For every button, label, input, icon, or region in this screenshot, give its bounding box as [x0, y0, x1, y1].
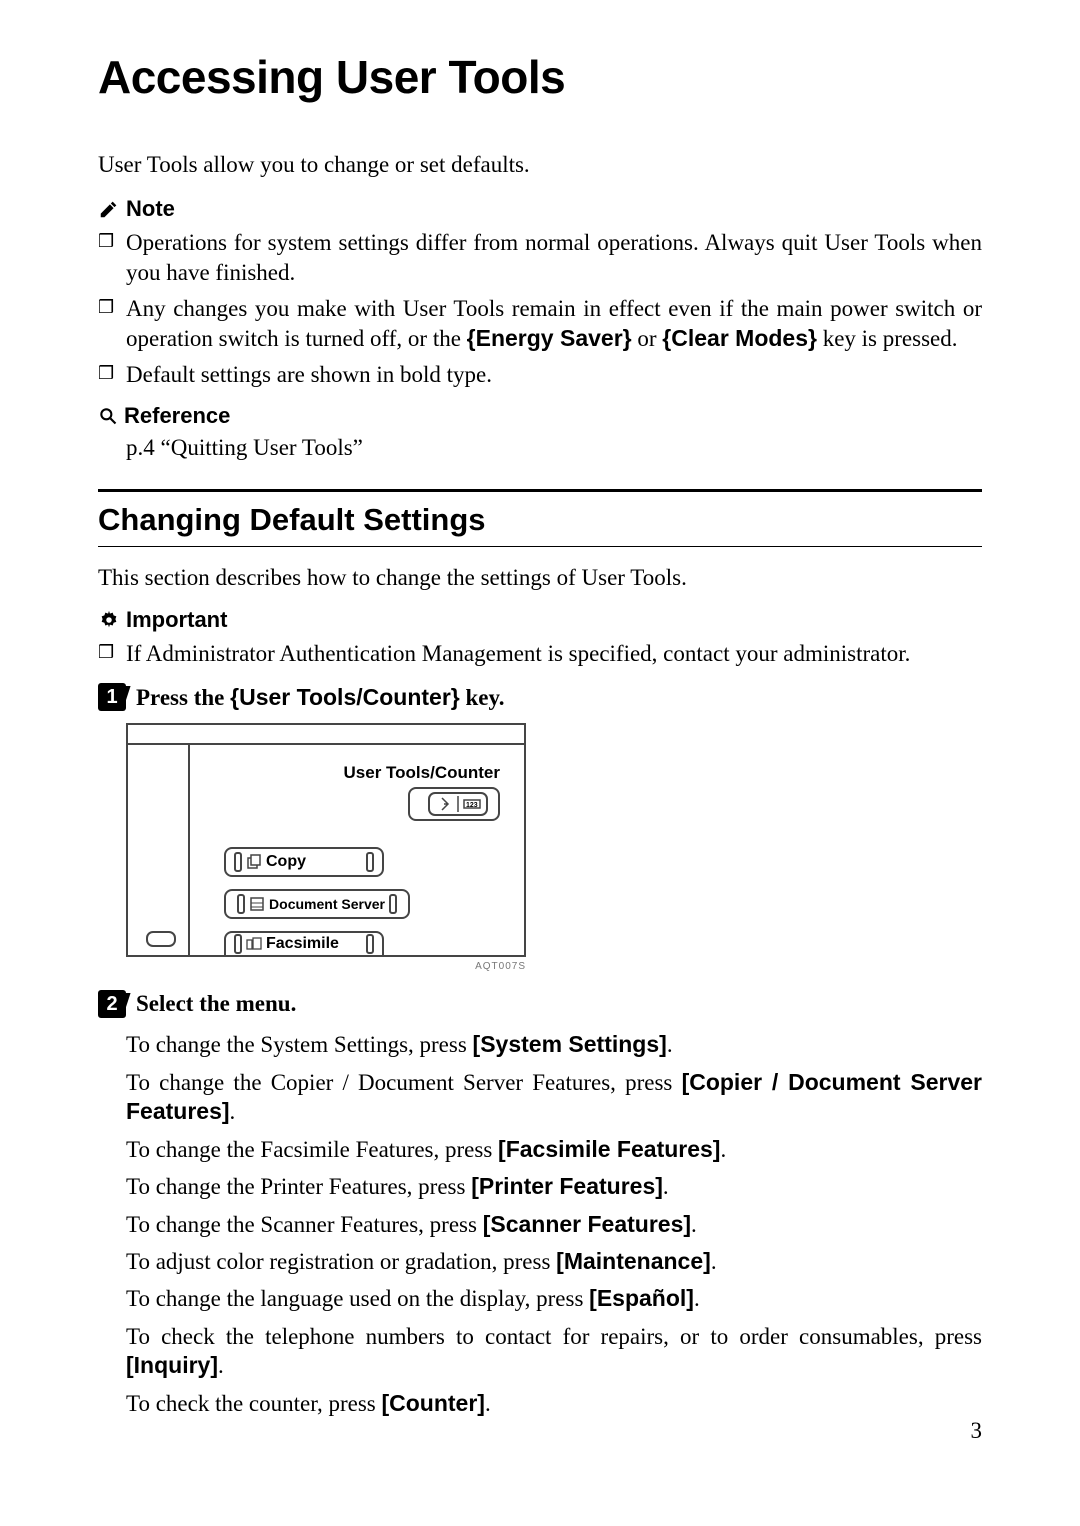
pencil-icon	[98, 198, 120, 220]
maintenance-button-label: [Maintenance]	[556, 1248, 711, 1274]
menu-line: To change the Scanner Features, press [S…	[126, 1210, 982, 1239]
step-number-icon: 1	[98, 683, 126, 711]
menu-line: To check the telephone numbers to contac…	[126, 1322, 982, 1381]
figure-user-tools-label: User Tools/Counter	[344, 763, 500, 783]
important-heading: Important	[98, 607, 982, 633]
user-tools-counter-icon: 123	[428, 792, 488, 816]
menu-line: To change the Printer Features, press [P…	[126, 1172, 982, 1201]
document-server-icon	[249, 896, 265, 912]
step-number-icon: 2	[98, 990, 126, 1018]
copy-icon	[246, 854, 262, 870]
control-panel-figure: User Tools/Counter 123 Copy Docu	[126, 723, 526, 972]
step-1-text: Press the {User Tools/Counter} key.	[136, 684, 504, 711]
scanner-features-button-label: [Scanner Features]	[483, 1211, 691, 1237]
facsimile-icon	[246, 937, 262, 951]
reference-body: p.4 “Quitting User Tools”	[98, 435, 982, 461]
counter-button-label: [Counter]	[381, 1390, 484, 1416]
figure-doc-server-label: Document Server	[269, 896, 385, 912]
menu-line: To change the Copier / Document Server F…	[126, 1068, 982, 1127]
figure-copy-label: Copy	[266, 853, 306, 871]
svg-text:123: 123	[466, 802, 478, 809]
section-heading: Changing Default Settings	[98, 502, 982, 538]
divider	[98, 546, 982, 547]
reference-label: Reference	[124, 403, 230, 429]
energy-saver-key: {Energy Saver}	[467, 326, 632, 351]
figure-doc-server-key: Document Server	[224, 889, 410, 919]
step-1-heading: 1 Press the {User Tools/Counter} key.	[98, 683, 982, 711]
figure-slot	[146, 931, 176, 947]
note-heading: Note	[98, 196, 982, 222]
magnifier-icon	[98, 406, 118, 426]
important-list: If Administrator Authentication Manageme…	[98, 639, 982, 669]
note-text: key is pressed.	[817, 326, 958, 351]
system-settings-button-label: [System Settings]	[473, 1031, 667, 1057]
step-2-text: Select the menu.	[136, 991, 296, 1017]
menu-line: To check the counter, press [Counter].	[126, 1389, 982, 1418]
menu-line: To change the Facsimile Features, press …	[126, 1135, 982, 1164]
printer-features-button-label: [Printer Features]	[471, 1173, 663, 1199]
important-item: If Administrator Authentication Manageme…	[98, 639, 982, 669]
reference-heading: Reference	[98, 403, 982, 429]
divider	[98, 489, 982, 492]
note-item: Any changes you make with User Tools rem…	[98, 294, 982, 354]
user-tools-counter-key: {User Tools/Counter}	[230, 685, 460, 710]
facsimile-features-button-label: [Facsimile Features]	[498, 1136, 720, 1162]
menu-line: To adjust color registration or gradatio…	[126, 1247, 982, 1276]
clear-modes-key: {Clear Modes}	[662, 326, 817, 351]
note-label: Note	[126, 196, 175, 222]
figure-line	[188, 743, 190, 955]
page-number: 3	[971, 1418, 983, 1444]
menu-instructions: To change the System Settings, press [Sy…	[98, 1030, 982, 1418]
figure-facsimile-key: Facsimile	[224, 931, 384, 955]
espanol-button-label: [Español]	[589, 1285, 694, 1311]
figure-facsimile-label: Facsimile	[266, 935, 339, 953]
inquiry-button-label: [Inquiry]	[126, 1352, 218, 1378]
note-item: Default settings are shown in bold type.	[98, 360, 982, 390]
page: Accessing User Tools User Tools allow yo…	[0, 0, 1080, 1466]
figure-copy-key: Copy	[224, 847, 384, 877]
important-label: Important	[126, 607, 227, 633]
gear-icon	[98, 609, 120, 631]
note-item: Operations for system settings differ fr…	[98, 228, 982, 288]
step-2-heading: 2 Select the menu.	[98, 990, 982, 1018]
figure-caption: AQT007S	[126, 961, 526, 972]
intro-paragraph: User Tools allow you to change or set de…	[98, 152, 982, 178]
section-intro: This section describes how to change the…	[98, 565, 982, 591]
note-list: Operations for system settings differ fr…	[98, 228, 982, 389]
page-title: Accessing User Tools	[98, 50, 982, 104]
menu-line: To change the language used on the displ…	[126, 1284, 982, 1313]
menu-line: To change the System Settings, press [Sy…	[126, 1030, 982, 1059]
note-text: or	[632, 326, 663, 351]
figure-user-tools-key: 123	[408, 787, 500, 821]
figure-frame: User Tools/Counter 123 Copy Docu	[126, 723, 526, 957]
